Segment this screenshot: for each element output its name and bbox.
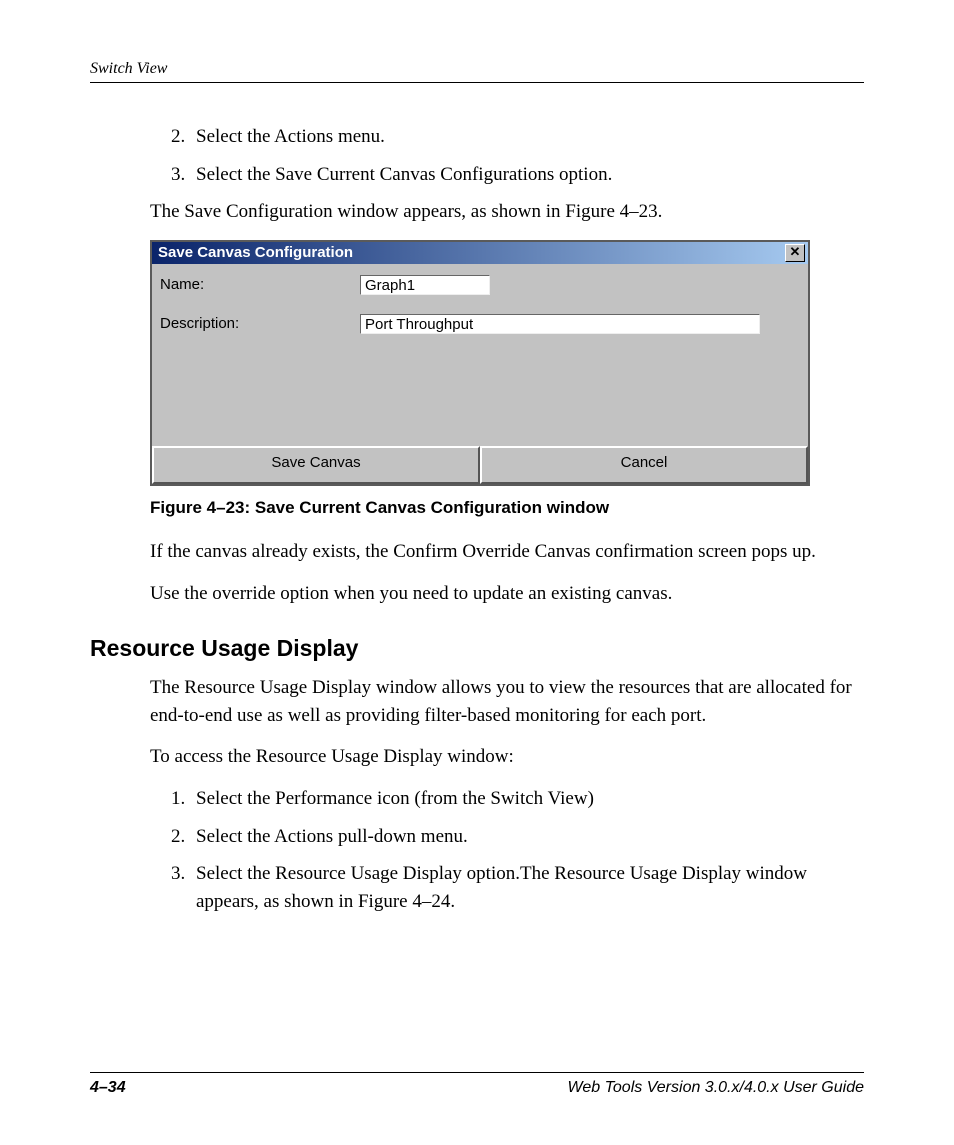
save-canvas-button[interactable]: Save Canvas [152,446,480,484]
paragraph-override-exists: If the canvas already exists, the Confir… [150,538,864,566]
dialog-title-text: Save Canvas Configuration [158,242,353,264]
close-icon[interactable]: ✕ [785,244,805,262]
paragraph-resource-access: To access the Resource Usage Display win… [150,743,864,771]
running-head: Switch View [90,60,864,83]
step-a-3: Select the Save Current Canvas Configura… [190,161,864,189]
step-b-3: Select the Resource Usage Display option… [190,860,864,915]
save-canvas-dialog: Save Canvas Configuration ✕ Name: Graph1… [150,240,810,486]
paragraph-appears: The Save Configuration window appears, a… [150,198,864,226]
description-input[interactable]: Port Throughput [360,314,760,334]
page-footer: 4–34 Web Tools Version 3.0.x/4.0.x User … [90,1072,864,1097]
figure-caption: Figure 4–23: Save Current Canvas Configu… [150,496,864,521]
name-label: Name: [160,274,360,296]
footer-doc-title: Web Tools Version 3.0.x/4.0.x User Guide [568,1079,864,1097]
page-number: 4–34 [90,1079,126,1097]
description-label: Description: [160,313,360,335]
steps-list-b: Select the Performance icon (from the Sw… [150,785,864,915]
section-heading-resource-usage: Resource Usage Display [90,635,864,662]
steps-list-a: Select the Actions menu. Select the Save… [150,123,864,188]
dialog-body: Name: Graph1 Description: Port Throughpu… [152,264,808,446]
cancel-button[interactable]: Cancel [480,446,808,484]
dialog-titlebar[interactable]: Save Canvas Configuration ✕ [152,242,808,264]
step-a-2: Select the Actions menu. [190,123,864,151]
step-b-2: Select the Actions pull-down menu. [190,823,864,851]
step-b-1: Select the Performance icon (from the Sw… [190,785,864,813]
paragraph-resource-intro: The Resource Usage Display window allows… [150,674,864,729]
paragraph-override-use: Use the override option when you need to… [150,580,864,608]
name-input[interactable]: Graph1 [360,275,490,295]
